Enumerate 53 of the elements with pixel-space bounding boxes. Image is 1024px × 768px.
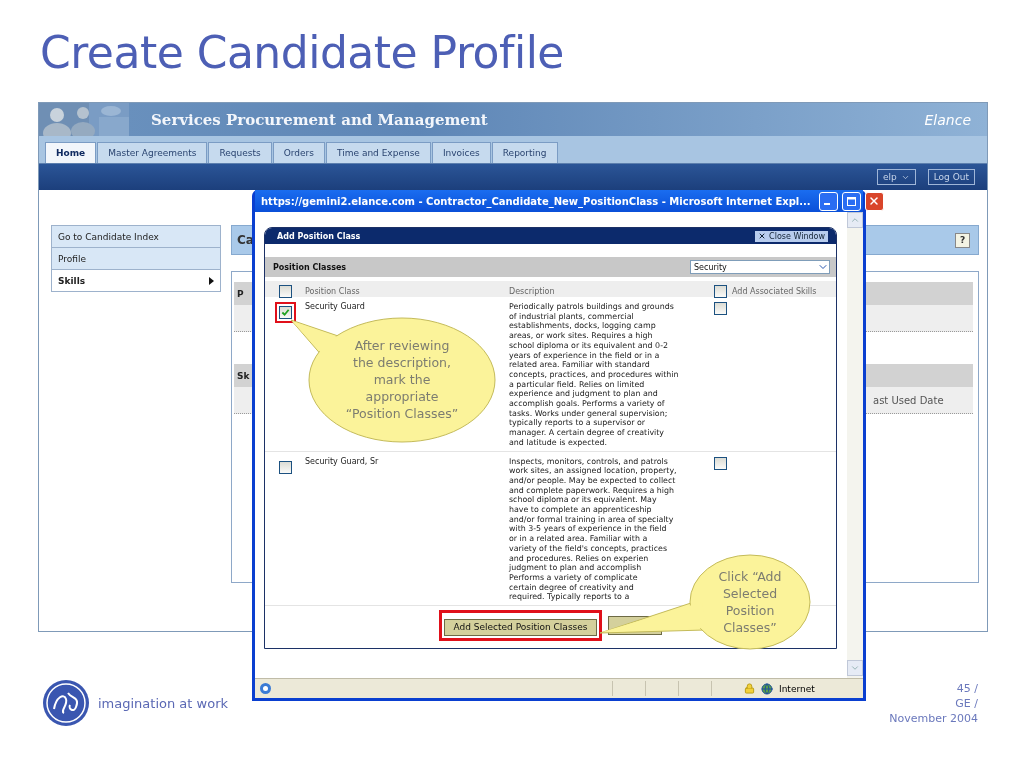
minimize-button[interactable] [818, 191, 838, 211]
nav-tab[interactable]: Orders [272, 142, 325, 163]
checkbox[interactable] [278, 285, 292, 298]
section-label: Position Classes [273, 262, 347, 272]
logo-icon [42, 679, 90, 727]
brand-logo: Elance [924, 111, 971, 128]
column-header: Position Class [305, 287, 361, 296]
checkbox[interactable] [278, 460, 292, 474]
maximize-icon [846, 196, 856, 206]
window-title: https://gemini2.elance.com - Contractor_Candidate_New_PositionClass - Microsoft Internet Expl... [261, 195, 811, 207]
group-title: P [237, 288, 244, 299]
globe-icon [761, 682, 773, 695]
category-select[interactable]: Security [690, 260, 830, 274]
nav-tab[interactable]: Invoices [431, 142, 491, 163]
close-icon [868, 195, 881, 207]
checkbox[interactable] [714, 456, 727, 470]
dialog-title: Add Position Class [277, 231, 361, 241]
maximize-button[interactable] [841, 191, 861, 211]
help-menu[interactable]: elp [876, 169, 916, 185]
checkbox[interactable] [714, 285, 727, 298]
close-window-button[interactable]: Close Window [755, 230, 828, 242]
column-header: Add Associated Skills [732, 287, 817, 296]
page-icon [259, 682, 272, 695]
lock-icon [744, 683, 755, 694]
zone-label: Internet [779, 683, 816, 694]
menu-item[interactable]: Go to Candidate Index [52, 226, 220, 248]
logout-button[interactable]: Log Out [927, 169, 975, 185]
minimize-icon [823, 203, 830, 205]
nav-tab[interactable]: Home [45, 142, 97, 163]
help-icon[interactable]: ? [955, 232, 970, 248]
footer-text: November 2004 [889, 710, 978, 726]
checkbox[interactable] [714, 302, 727, 315]
arrow-icon [209, 276, 214, 285]
close-button[interactable] [864, 191, 884, 211]
footer-text: 45 / [956, 680, 978, 696]
menu-item[interactable]: Profile [52, 248, 220, 270]
table-cell-text: Security Guard [305, 302, 366, 311]
callout-text: Click “Add Selected Position Classes” [717, 568, 783, 636]
column-header: Description [509, 287, 556, 296]
group-title: Sk [237, 370, 250, 381]
nav-tab[interactable]: Time and Expense [326, 142, 431, 163]
close-icon [758, 232, 767, 240]
nav-tab[interactable]: Reporting [491, 142, 558, 163]
tagline: imagination at work [98, 695, 228, 711]
app-title: Services Procurement and Management [151, 110, 488, 129]
nav-tab[interactable]: Requests [208, 142, 272, 163]
footer-text: GE / [955, 695, 978, 711]
table-cell-text: Security Guard, Sr [305, 456, 380, 466]
add-button[interactable]: Add Selected Position Classes [443, 618, 598, 636]
slide-title: Create Candidate Profile [40, 27, 565, 79]
callout-text: After reviewing the description, mark the appropriate “Position Classes” [344, 337, 460, 422]
column-header: ast Used Date [873, 394, 945, 406]
nav-tab[interactable]: Master Agreements [97, 142, 208, 163]
